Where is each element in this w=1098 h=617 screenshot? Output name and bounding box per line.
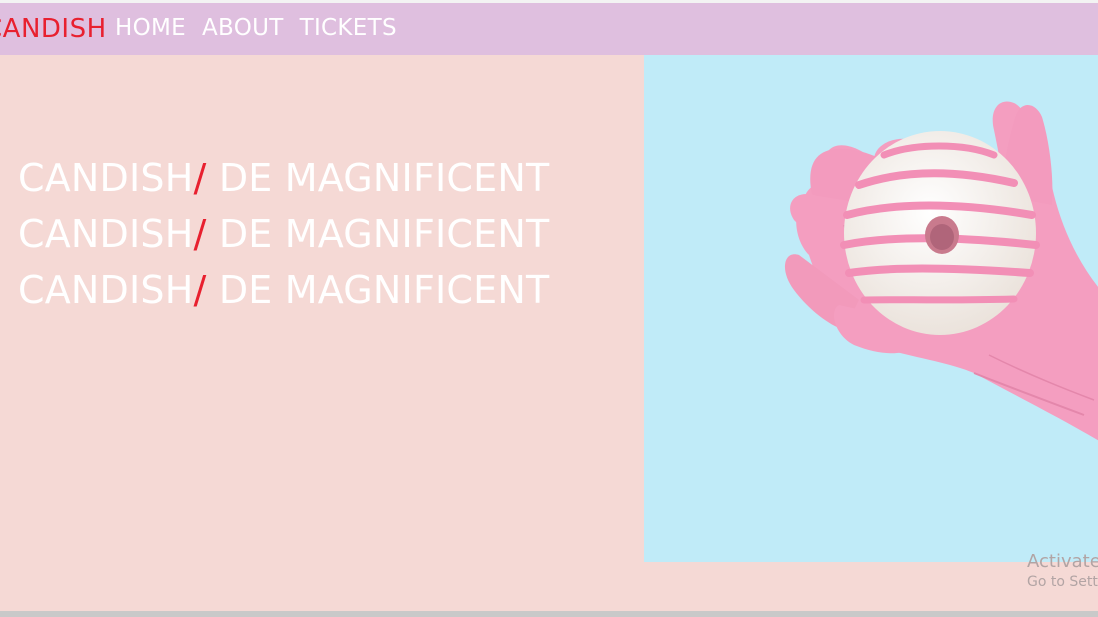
hero-headlines: CANDISH/ DE MAGNIFICENT CANDISH/ DE MAGN… [18, 150, 549, 318]
hero-image-panel [644, 55, 1098, 562]
pink-gloved-hand-holding-donut-icon [784, 101, 1098, 441]
hero-headline-2: CANDISH/ DE MAGNIFICENT [18, 206, 549, 262]
headline-rest: DE MAGNIFICENT [206, 212, 550, 256]
navbar: CANDISH HOME ABOUT TICKETS [0, 3, 1098, 55]
activate-windows-watermark: Activate Windows Go to Settings to activ… [1027, 551, 1098, 591]
hero-section: CANDISH/ DE MAGNIFICENT CANDISH/ DE MAGN… [0, 55, 1098, 611]
watermark-subtitle: Go to Settings to activate Windows. [1027, 574, 1098, 590]
nav-links: HOME ABOUT TICKETS [115, 15, 397, 41]
headline-slash: / [193, 212, 207, 256]
hero-headline-3: CANDISH/ DE MAGNIFICENT [18, 262, 549, 318]
headline-word: CANDISH [18, 156, 194, 200]
nav-link-home[interactable]: HOME [115, 15, 186, 41]
headline-rest: DE MAGNIFICENT [206, 268, 550, 312]
nav-link-about[interactable]: ABOUT [202, 15, 284, 41]
headline-slash: / [193, 156, 207, 200]
brand-logo-link[interactable]: CANDISH [0, 14, 107, 44]
nav-link-tickets[interactable]: TICKETS [300, 15, 397, 41]
page-viewport: CANDISH HOME ABOUT TICKETS CANDISH/ DE M… [0, 0, 1098, 617]
headline-slash: / [193, 268, 207, 312]
watermark-title: Activate Windows [1027, 551, 1098, 572]
headline-rest: DE MAGNIFICENT [206, 156, 550, 200]
window-bottom-bar [0, 611, 1098, 617]
headline-word: CANDISH [18, 268, 194, 312]
hero-headline-1: CANDISH/ DE MAGNIFICENT [18, 150, 549, 206]
headline-word: CANDISH [18, 212, 194, 256]
